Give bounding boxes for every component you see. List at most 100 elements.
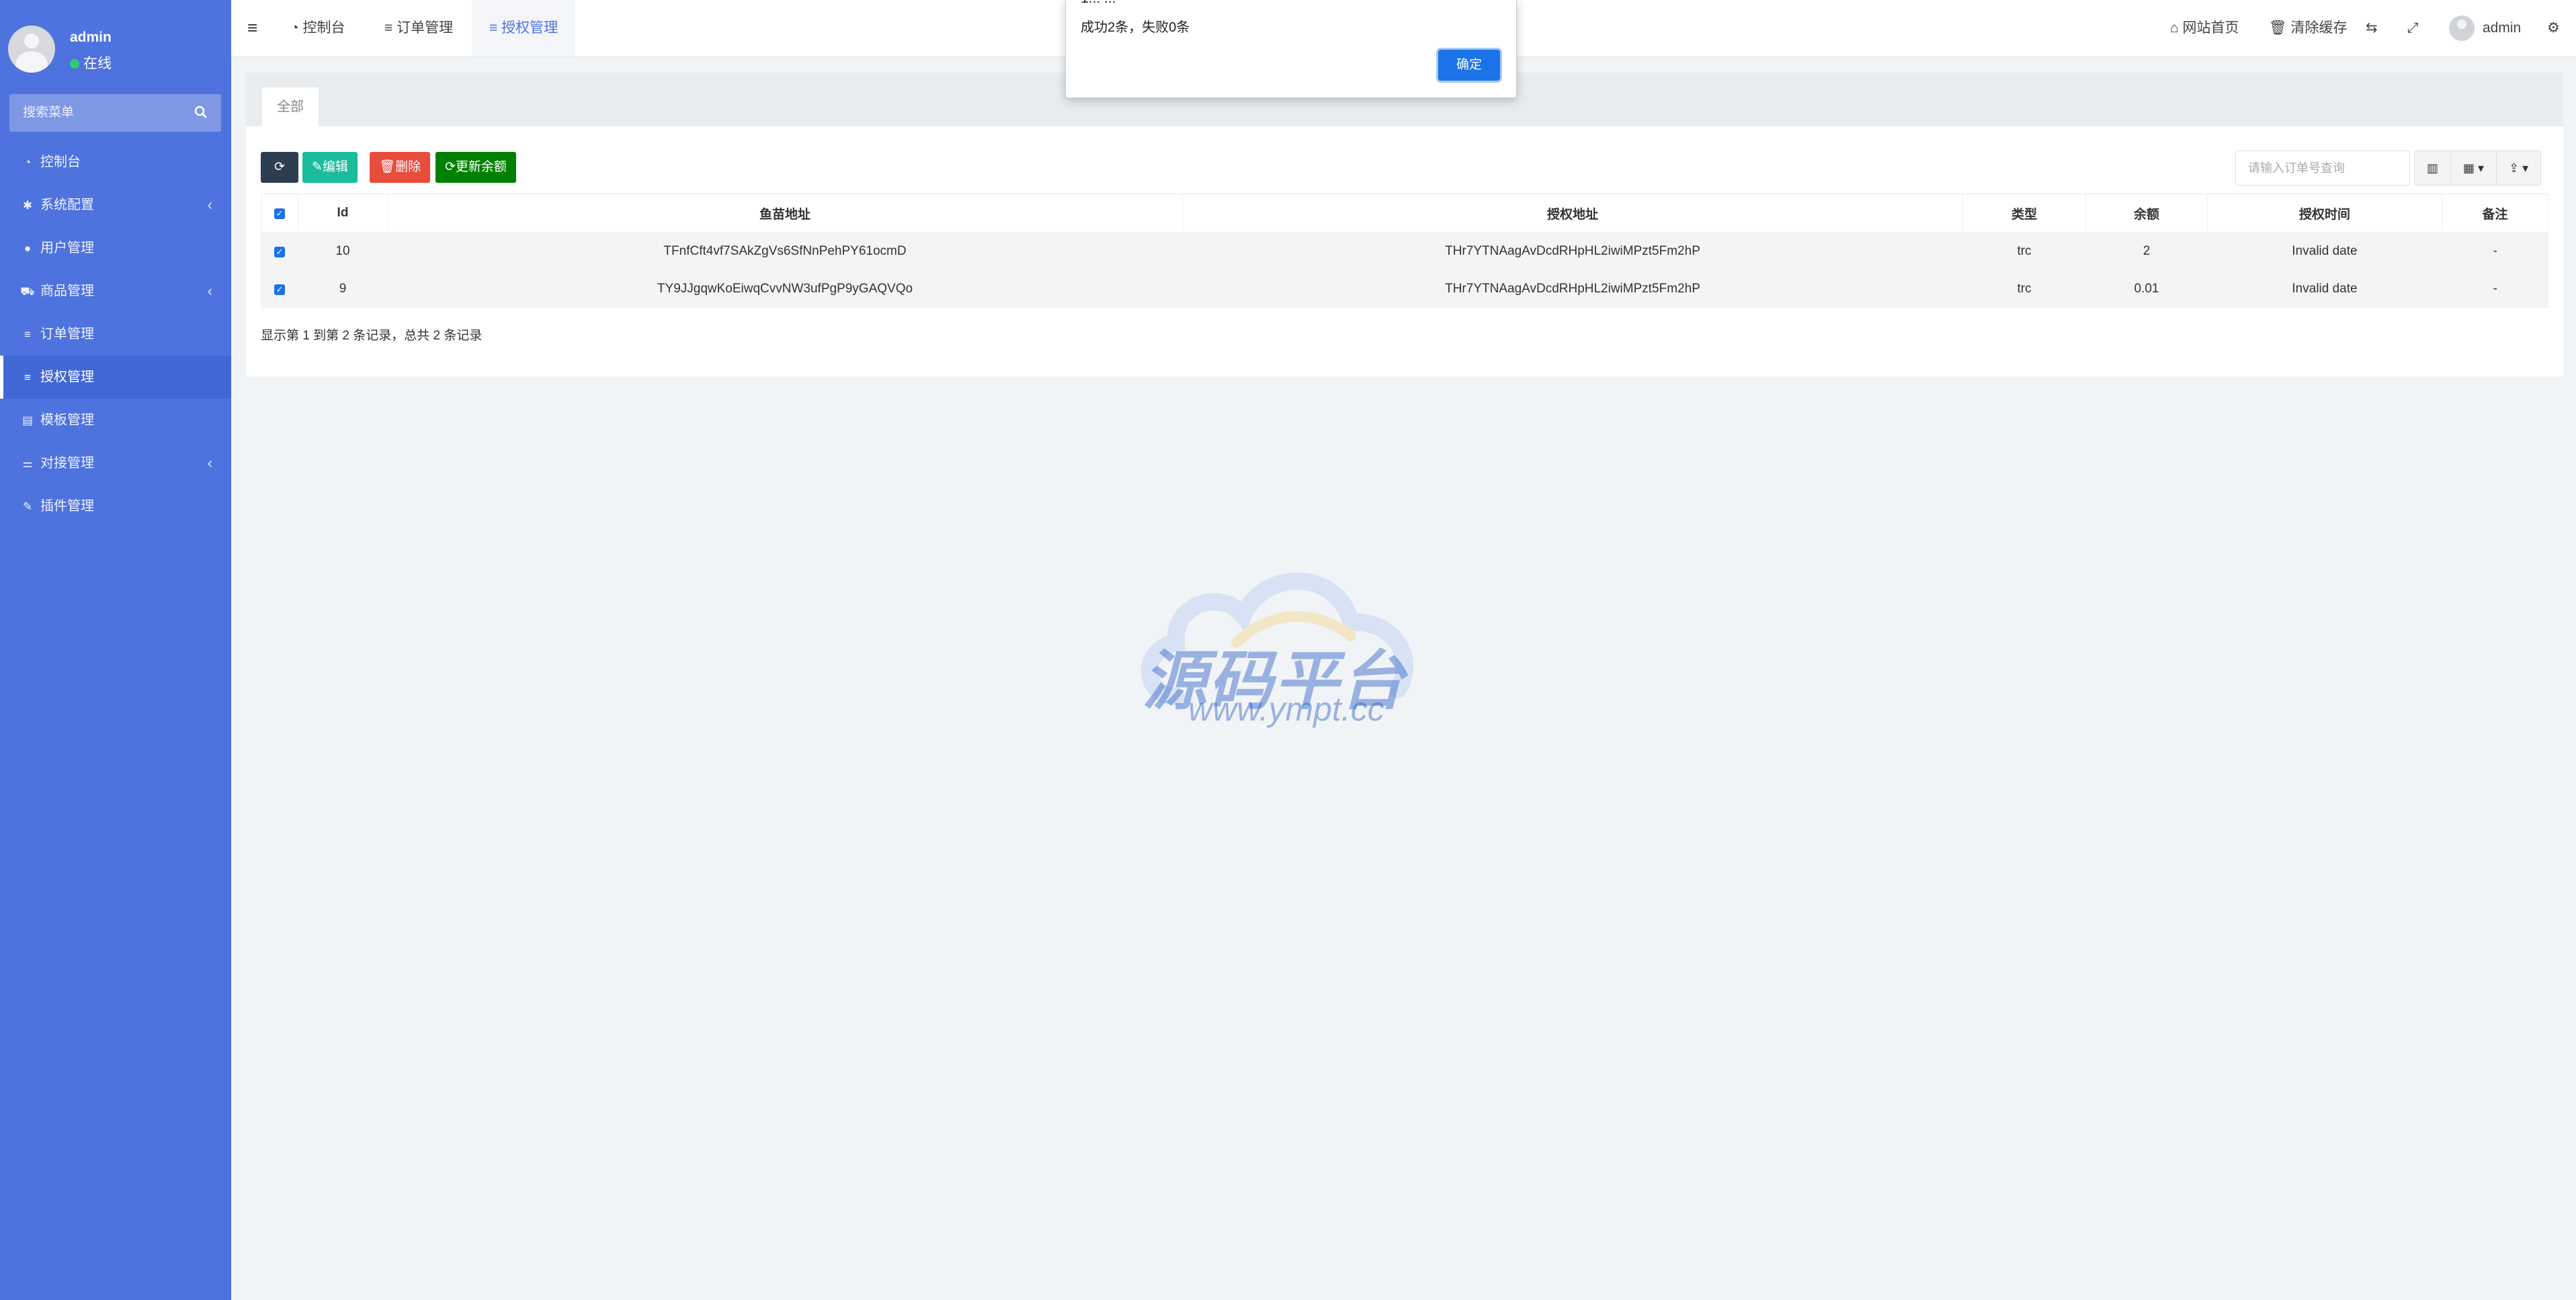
search-icon[interactable]: [194, 106, 208, 123]
col-fish-address[interactable]: 鱼苗地址: [387, 194, 1183, 233]
chevron-left-icon: ‹: [207, 282, 212, 299]
dialog-ok-button[interactable]: 确定: [1438, 50, 1500, 81]
sidebar: admin 在线 ◔控制台 ✱系统配置‹ ●用户管理 ⛟商品管理‹ ≡订单管理 …: [0, 0, 231, 1300]
pencil-icon: ✎: [312, 160, 323, 174]
col-type[interactable]: 类型: [1962, 194, 2086, 233]
row-checkbox[interactable]: ✓: [261, 232, 298, 270]
alert-dialog: 1... ... 成功2条，失败0条 确定: [1065, 0, 1517, 98]
menu-toggle-icon[interactable]: ≡: [247, 17, 257, 38]
columns-icon: ▥: [2427, 161, 2439, 175]
table-row[interactable]: ✓ 10 TFnfCft4vf7SAkZgVs6SfNnPehPY61ocmD …: [261, 232, 2548, 270]
list-icon: ≡: [24, 371, 31, 384]
select-all-checkbox[interactable]: ✓: [261, 194, 298, 233]
sidebar-item-plugins[interactable]: ✎ 插件管理: [0, 485, 231, 528]
cell-auth-address: THr7YTNAagAvDcdRHpHL2iwiMPzt5Fm2hP: [1182, 232, 1963, 270]
sidebar-item-templates[interactable]: ▤ 模板管理: [0, 399, 231, 442]
user-status: 在线: [70, 52, 112, 73]
header-user-menu[interactable]: admin: [2449, 0, 2521, 56]
grid-icon: ▦ ▾: [2463, 161, 2485, 175]
fullscreen-icon[interactable]: ⤢: [2407, 0, 2419, 56]
cell-fish-address: TFnfCft4vf7SAkZgVs6SfNnPehPY61ocmD: [387, 232, 1183, 270]
cell-id: 10: [298, 232, 388, 270]
order-search: [2235, 151, 2410, 186]
update-balance-button[interactable]: ⟳更新余额: [435, 152, 516, 183]
tab-all[interactable]: 全部: [262, 87, 319, 126]
home-icon: ⌂: [2170, 20, 2183, 36]
sidebar-item-system-config[interactable]: ✱ 系统配置 ‹: [0, 184, 231, 227]
site-home-link[interactable]: ⌂ 网站首页: [2170, 0, 2239, 56]
table-header-row: ✓ Id 鱼苗地址 授权地址 类型 余额 授权时间 备注: [261, 194, 2548, 233]
authorization-table: ✓ Id 鱼苗地址 授权地址 类型 余额 授权时间 备注 ✓ 10 TFnfCf…: [261, 194, 2548, 308]
user-icon: ●: [24, 242, 32, 255]
template-icon: ▤: [22, 414, 34, 427]
refresh-icon: ⟳: [445, 160, 456, 174]
sidebar-item-authorization[interactable]: ≡ 授权管理: [0, 356, 231, 399]
table-row[interactable]: ✓ 9 TY9JJgqwKoEiwqCvvNW3ufPgP9yGAQVQo TH…: [261, 270, 2548, 308]
cell-note: -: [2442, 270, 2548, 308]
col-id[interactable]: Id: [298, 194, 388, 233]
chevron-left-icon: ‹: [207, 196, 212, 213]
dialog-message: 成功2条，失败0条: [1081, 20, 1190, 35]
pagination-info: 显示第 1 到第 2 条记录，总共 2 条记录: [261, 329, 483, 343]
cell-auth-address: THr7YTNAagAvDcdRHpHL2iwiMPzt5Fm2hP: [1182, 270, 1963, 308]
cell-balance: 2: [2085, 232, 2208, 270]
col-note[interactable]: 备注: [2442, 194, 2548, 233]
tab-dashboard[interactable]: ◔ 控制台: [273, 0, 363, 56]
order-search-input[interactable]: [2236, 151, 2409, 185]
online-dot-icon: [70, 59, 79, 69]
main-panel: ⟳ ✎编辑 🗑删除 ⟳更新余额 ▥ ▦ ▾ ⇪ ▾ ✓ Id 鱼苗地址 授权地址…: [246, 126, 2563, 376]
cell-type: trc: [1962, 232, 2086, 270]
tab-orders[interactable]: ≡ 订单管理: [367, 0, 470, 56]
table-tools: ▥ ▦ ▾ ⇪ ▾: [2414, 151, 2542, 186]
user-name: admin: [70, 30, 112, 45]
col-auth-address[interactable]: 授权地址: [1182, 194, 1963, 233]
cell-id: 9: [298, 270, 388, 308]
refresh-button[interactable]: ⟳: [261, 152, 298, 183]
gear-icon: ✱: [22, 199, 33, 212]
column-select-button[interactable]: ▦ ▾: [2451, 151, 2497, 185]
sliders-icon: ⚌: [22, 457, 33, 470]
list-icon: ≡: [489, 20, 502, 36]
plug-icon: ✎: [22, 500, 33, 513]
col-balance[interactable]: 余额: [2085, 194, 2208, 233]
col-auth-time[interactable]: 授权时间: [2207, 194, 2442, 233]
sidebar-item-products[interactable]: ⛟ 商品管理 ‹: [0, 270, 231, 313]
sidebar-menu: ◔ 控制台 ✱ 系统配置 ‹ ● 用户管理 ⛟ 商品管理 ‹ ≡ 订单管理 ≡ 授权管理 ▤ 模板…: [0, 140, 231, 528]
dashboard-icon: ◔: [24, 156, 32, 169]
dashboard-icon: ◔: [290, 20, 303, 36]
menu-search: [9, 94, 221, 132]
watermark-url: www.ympt.cc: [1188, 690, 1384, 728]
tab-authorization[interactable]: ≡ 授权管理: [472, 0, 576, 56]
cell-note: -: [2442, 232, 2548, 270]
refresh-icon: ⟳: [274, 160, 285, 174]
export-icon: ⇪ ▾: [2509, 161, 2529, 175]
sidebar-item-integration[interactable]: ⚌ 对接管理 ‹: [0, 442, 231, 485]
avatar: [8, 26, 55, 73]
sidebar-item-users[interactable]: ● 用户管理: [0, 227, 231, 270]
sidebar-item-orders[interactable]: ≡ 订单管理: [0, 313, 231, 356]
cell-auth-time: Invalid date: [2207, 270, 2442, 308]
cell-type: trc: [1962, 270, 2086, 308]
trash-icon: 🗑: [2269, 20, 2291, 36]
cell-fish-address: TY9JJgqwKoEiwqCvvNW3ufPgP9yGAQVQo: [387, 270, 1183, 308]
avatar: [2449, 15, 2475, 42]
language-icon[interactable]: ⇆: [2366, 0, 2378, 56]
list-icon: ≡: [24, 328, 31, 341]
settings-icon[interactable]: ⚙: [2547, 0, 2560, 56]
toggle-view-button[interactable]: ▥: [2415, 151, 2452, 185]
list-icon: ≡: [384, 20, 397, 36]
cell-balance: 0.01: [2085, 270, 2208, 308]
cart-icon: ⛟: [20, 285, 35, 298]
dialog-title: 1... ...: [1081, 0, 1116, 7]
cell-auth-time: Invalid date: [2207, 232, 2442, 270]
export-button[interactable]: ⇪ ▾: [2497, 151, 2540, 185]
chevron-left-icon: ‹: [207, 454, 212, 471]
row-checkbox[interactable]: ✓: [261, 270, 298, 308]
sidebar-item-dashboard[interactable]: ◔ 控制台: [0, 140, 231, 184]
trash-icon: 🗑: [379, 160, 396, 174]
delete-button[interactable]: 🗑删除: [370, 152, 431, 183]
menu-search-input[interactable]: [9, 94, 184, 132]
user-panel: admin 在线: [0, 0, 231, 94]
edit-button[interactable]: ✎编辑: [302, 152, 358, 183]
clear-cache-button[interactable]: 🗑 清除缓存: [2269, 0, 2348, 56]
